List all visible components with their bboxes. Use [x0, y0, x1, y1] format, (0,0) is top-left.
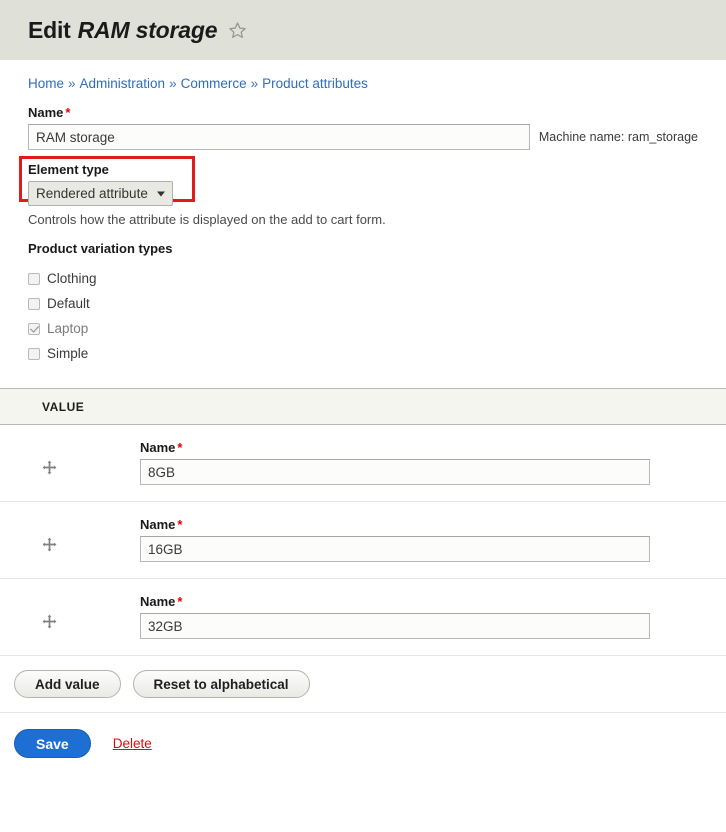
value-required-mark: *: [177, 517, 183, 532]
breadcrumb: Home» Administration» Commerce» Product att…: [0, 60, 726, 91]
checkbox-label-simple: Simple: [47, 346, 89, 361]
value-name-label-text: Name: [140, 517, 176, 532]
save-button[interactable]: Save: [14, 729, 91, 758]
table-row: Name *: [0, 579, 726, 656]
checkbox-row-default[interactable]: Default: [28, 291, 698, 316]
breadcrumb-item-administration[interactable]: Administration: [80, 76, 166, 91]
move-handle-icon[interactable]: [42, 614, 57, 632]
name-label-text: Name: [28, 105, 64, 120]
checkbox-label-clothing: Clothing: [47, 271, 97, 286]
checkbox-row-clothing[interactable]: Clothing: [28, 266, 698, 291]
name-input[interactable]: [28, 124, 530, 150]
table-row: Name *: [0, 502, 726, 579]
breadcrumb-item-product-attributes[interactable]: Product attributes: [262, 76, 368, 91]
checkbox-row-laptop[interactable]: Laptop: [28, 316, 698, 341]
value-name-input-3[interactable]: [140, 613, 650, 639]
value-required-mark: *: [177, 594, 183, 609]
move-handle-icon[interactable]: [42, 460, 57, 478]
edit-attribute-form: Name* Machine name: ram_storage Element …: [0, 105, 726, 366]
page-title-prefix: Edit: [28, 16, 71, 43]
checkbox-label-default: Default: [47, 296, 90, 311]
drag-cell: [0, 594, 140, 632]
reset-to-alphabetical-button[interactable]: Reset to alphabetical: [132, 670, 310, 698]
value-table: VALUE Name* Nam: [0, 388, 726, 656]
name-field-row: Machine name: ram_storage: [28, 124, 698, 150]
drag-cell: [0, 440, 140, 478]
value-name-input-2[interactable]: [140, 536, 650, 562]
delete-link[interactable]: Delete: [113, 736, 152, 751]
breadcrumb-item-home[interactable]: Home: [28, 76, 64, 91]
element-type-group: Element type Rendered attribute: [19, 156, 195, 206]
drag-cell: [0, 517, 140, 555]
checkbox-simple[interactable]: [28, 347, 40, 360]
breadcrumb-separator: »: [250, 76, 259, 91]
checkbox-laptop[interactable]: [28, 322, 40, 335]
element-type-label: Element type: [28, 162, 173, 177]
checkbox-label-laptop: Laptop: [47, 321, 89, 336]
machine-name-text: Machine name: ram_storage: [538, 130, 698, 144]
table-actions: Add value Reset to alphabetical: [0, 656, 726, 698]
name-required-mark: *: [65, 105, 71, 120]
element-type-description: Controls how the attribute is displayed …: [28, 212, 386, 227]
element-type-select[interactable]: Rendered attribute: [28, 181, 173, 206]
value-fields: Name *: [140, 440, 726, 485]
name-field-label: Name *: [28, 105, 698, 120]
value-column-header: VALUE: [42, 399, 85, 414]
value-name-label-text: Name: [140, 440, 176, 455]
product-variation-types-label: Product variation types: [28, 241, 173, 256]
value-fields: Name *: [140, 594, 726, 639]
element-type-select-holder: Rendered attribute: [28, 181, 173, 206]
value-name-label-text: Name: [140, 594, 176, 609]
value-name-label: Name *: [140, 517, 726, 532]
value-required-mark: *: [177, 440, 183, 455]
add-value-button[interactable]: Add value: [14, 670, 121, 698]
value-name-label: Name *: [140, 594, 726, 609]
star-outline-icon[interactable]: [228, 19, 247, 46]
value-name-label: Name *: [140, 440, 726, 455]
page-title: Edit RAM storage: [28, 17, 247, 44]
form-actions: Save Delete: [0, 712, 726, 758]
checkbox-default[interactable]: [28, 297, 40, 310]
value-table-header: VALUE: [0, 388, 726, 425]
element-type-label-text: Element type: [28, 162, 109, 177]
breadcrumb-separator: »: [169, 76, 177, 91]
value-name-input-1[interactable]: [140, 459, 650, 485]
checkbox-clothing[interactable]: [28, 272, 40, 285]
move-handle-icon[interactable]: [42, 537, 57, 555]
breadcrumb-item-commerce[interactable]: Commerce: [181, 76, 247, 91]
table-row: Name *: [0, 425, 726, 502]
checkbox-row-simple[interactable]: Simple: [28, 341, 698, 366]
breadcrumb-separator: »: [68, 76, 76, 91]
page-header: Edit RAM storage: [0, 0, 726, 60]
value-fields: Name *: [140, 517, 726, 562]
product-variation-types-group: Clothing Default Laptop Simple: [28, 266, 698, 366]
page-title-entity: RAM storage: [77, 16, 218, 43]
